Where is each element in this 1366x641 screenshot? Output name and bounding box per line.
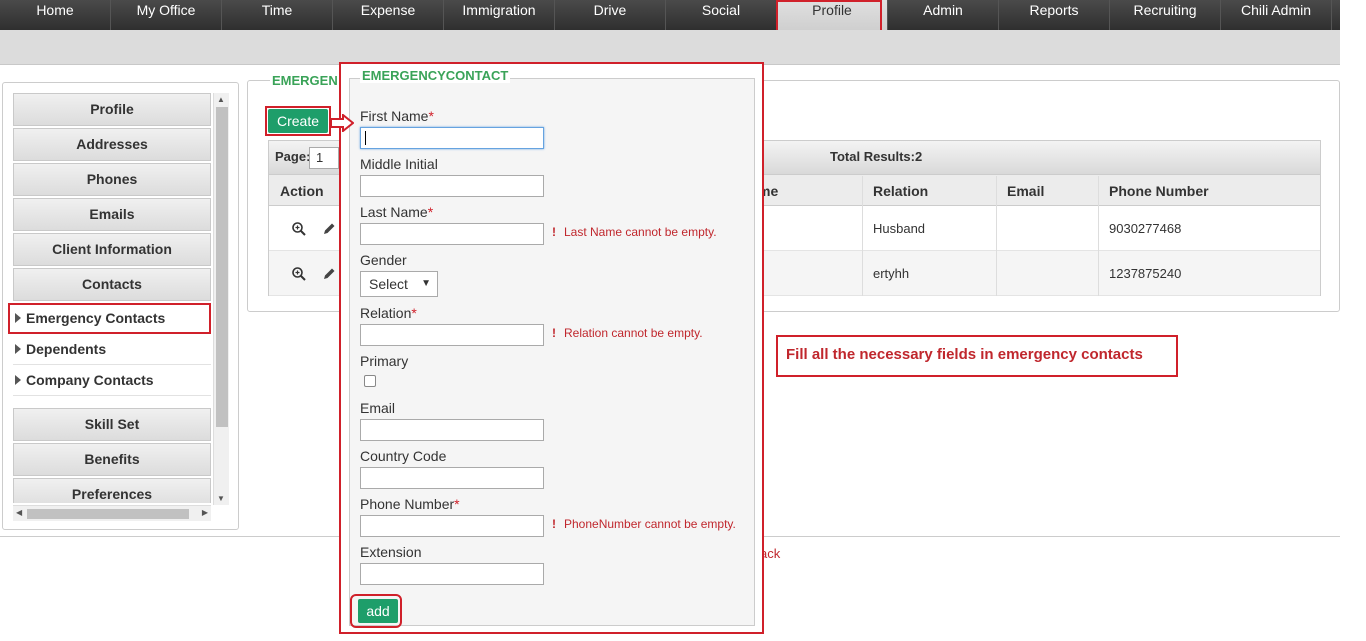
triangle-right-icon [15,375,21,385]
sidebar-item-contacts[interactable]: Contacts [13,268,211,301]
edit-icon[interactable] [321,221,337,240]
nav-social[interactable]: Social [666,0,777,30]
scroll-thumb[interactable] [216,107,228,427]
last-name-error: ! Last Name cannot be empty. [552,225,717,239]
page-label: Page: [275,149,311,164]
phone-number-input[interactable] [360,515,544,537]
error-icon: ! [552,517,556,531]
sidebar-item-company-contacts[interactable]: Company Contacts [13,365,211,396]
column-divider [862,176,863,296]
instruction-note: Fill all the necessary fields in emergen… [776,335,1178,377]
last-name-input[interactable] [360,223,544,245]
primary-label: Primary [360,353,409,369]
caret-down-icon: ▼ [421,278,431,289]
country-code-input[interactable] [360,467,544,489]
last-name-label: Last Name* [360,204,434,220]
column-header-action: Action [280,183,324,199]
sub-toolbar [0,30,1340,65]
sidebar-item-label: Dependents [26,341,107,357]
scroll-up-icon[interactable]: ▲ [217,95,225,104]
create-button-highlight [265,106,331,136]
emergency-contacts-highlight [8,303,211,334]
extension-input[interactable] [360,563,544,585]
top-nav: Home My Office Time Expense Immigration … [0,0,1340,30]
column-divider [1098,176,1099,296]
email-label: Email [360,400,396,416]
nav-expense[interactable]: Expense [333,0,444,30]
zoom-icon[interactable] [291,266,307,285]
nav-immigration[interactable]: Immigration [444,0,555,30]
cell-phone: 9030277468 [1109,221,1182,236]
nav-recruiting[interactable]: Recruiting [1110,0,1221,30]
column-header-phone[interactable]: Phone Number [1109,183,1209,199]
edit-icon[interactable] [321,266,337,285]
sidebar-item-skill-set[interactable]: Skill Set [13,408,211,441]
first-name-label: First Name* [360,108,434,124]
middle-initial-input[interactable] [360,175,544,197]
nav-reports[interactable]: Reports [999,0,1110,30]
sidebar-item-profile[interactable]: Profile [13,93,211,126]
gender-label: Gender [360,252,407,268]
scroll-thumb[interactable] [27,509,189,519]
nav-chili-admin[interactable]: Chili Admin [1221,0,1332,30]
scroll-down-icon[interactable]: ▼ [217,494,225,503]
relation-error: ! Relation cannot be empty. [552,326,703,340]
scroll-left-icon[interactable]: ◀ [16,508,22,517]
column-divider [996,176,997,296]
phone-number-label: Phone Number* [360,496,460,512]
sidebar: Profile Addresses Phones Emails Client I… [13,93,211,503]
cell-relation: ertyhh [873,266,910,281]
sidebar-item-preferences[interactable]: Preferences [13,478,211,503]
sidebar-item-label: Company Contacts [26,372,154,388]
sidebar-item-benefits[interactable]: Benefits [13,443,211,476]
triangle-right-icon [15,344,21,354]
sidebar-horizontal-scrollbar[interactable]: ◀ ▶ [13,505,211,521]
add-button-highlight [350,594,402,628]
sidebar-item-emails[interactable]: Emails [13,198,211,231]
nav-time[interactable]: Time [222,0,333,30]
column-header-relation[interactable]: Relation [873,183,928,199]
phone-number-error: ! PhoneNumber cannot be empty. [552,517,736,531]
first-name-input[interactable] [360,127,544,149]
extension-label: Extension [360,544,422,560]
column-header-email[interactable]: Email [1007,183,1044,199]
middle-initial-label: Middle Initial [360,156,438,172]
sidebar-vertical-scrollbar[interactable]: ▲ ▼ [213,93,229,505]
error-icon: ! [552,225,556,239]
arrow-right-icon [330,114,354,132]
sidebar-item-phones[interactable]: Phones [13,163,211,196]
email-input[interactable] [360,419,544,441]
profile-tab-highlight [776,0,882,34]
primary-checkbox[interactable] [364,375,376,387]
scroll-right-icon[interactable]: ▶ [202,508,208,517]
sidebar-item-addresses[interactable]: Addresses [13,128,211,161]
total-results: Total Results:2 [830,149,923,164]
sidebar-item-client-information[interactable]: Client Information [13,233,211,266]
gender-select[interactable]: Select ▼ [360,271,438,297]
country-code-label: Country Code [360,448,447,464]
zoom-icon[interactable] [291,221,307,240]
sidebar-item-dependents[interactable]: Dependents [13,334,211,365]
nav-admin[interactable]: Admin [888,0,999,30]
relation-input[interactable] [360,324,544,346]
nav-my-office[interactable]: My Office [111,0,222,30]
cell-relation: Husband [873,221,926,236]
dialog-legend: EMERGENCYCONTACT [360,68,511,83]
page-input[interactable]: 1 [309,147,339,169]
nav-home[interactable]: Home [0,0,111,30]
section-legend: EMERGEN [270,73,340,88]
relation-label: Relation* [360,305,417,321]
cell-phone: 1237875240 [1109,266,1182,281]
error-icon: ! [552,326,556,340]
nav-drive[interactable]: Drive [555,0,666,30]
